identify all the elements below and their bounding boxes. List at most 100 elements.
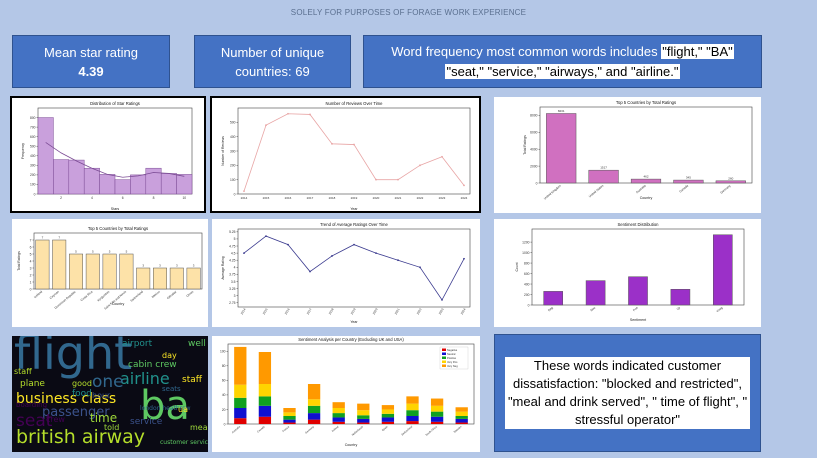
x-axis-label: Sentiment [630, 318, 646, 322]
data-point [419, 266, 421, 269]
y-tick-label: 4.5 [231, 251, 236, 255]
x-tick-label: 8 [153, 196, 155, 200]
x-tick-label: Germany [304, 424, 315, 434]
bar [628, 276, 648, 306]
stacked-bar-segment [258, 384, 272, 397]
data-point [441, 299, 443, 301]
y-tick-label: 300 [230, 149, 236, 153]
data-point [243, 252, 245, 255]
stacked-bar-segment [283, 408, 296, 413]
stacked-bar-segment [234, 418, 247, 424]
stacked-bar-segment [357, 403, 370, 411]
bar-value-label: 5 [92, 250, 94, 254]
word-cloud-word: good [72, 379, 92, 388]
bar [715, 180, 746, 184]
bar-value-label: 3 [159, 264, 161, 268]
series-line [243, 235, 465, 301]
x-tick-label: United States [588, 183, 605, 198]
y-tick-label: 200 [524, 293, 530, 297]
x-tick-label: 2019 [350, 307, 357, 315]
chart-title: Top 5 Countries by Total Ratings [88, 226, 148, 231]
y-tick-label: 5.25 [229, 230, 236, 234]
y-tick-label: 60 [222, 379, 226, 383]
x-tick-label: Spain [381, 424, 389, 432]
x-tick-label: Vneg [715, 305, 723, 313]
bar [713, 234, 733, 306]
bar [630, 178, 662, 184]
y-tick-label: 6000 [530, 131, 538, 135]
stacked-bar-segment [381, 413, 395, 418]
data-point [287, 112, 289, 115]
word-frequency-text: Word frequency most common words include… [391, 43, 662, 59]
y-tick-label: 400 [524, 282, 530, 286]
data-point [265, 235, 267, 237]
stacked-bar-segment [332, 413, 345, 418]
stacked-bar-segment [234, 346, 247, 385]
x-tick-label: 2015 [263, 196, 270, 200]
y-tick-label: 500 [230, 121, 236, 125]
chart-title: Number of Reviews Over Time [325, 101, 383, 106]
chart-title: Top 5 Countries by Total Ratings [616, 100, 676, 105]
stacked-bar-segment [307, 405, 321, 414]
word-frequency-line1: Word frequency most common words include… [391, 42, 734, 62]
bar [546, 113, 577, 184]
y-axis-label: Count [515, 262, 519, 271]
x-tick-label: Canada [678, 183, 689, 193]
y-tick-label: 100 [30, 183, 36, 187]
y-tick-label: 800 [524, 261, 530, 265]
x-tick-label: Vp [676, 305, 682, 311]
y-tick-label: 200 [230, 164, 236, 168]
x-tick-label: France [281, 424, 290, 433]
series-line [243, 113, 465, 192]
y-tick-label: 600 [30, 135, 36, 139]
y-tick-label: 1 [30, 280, 32, 284]
y-tick-label: 600 [524, 272, 530, 276]
word-cloud-word: boarding [16, 401, 48, 409]
x-tick-label: Pos [632, 305, 639, 312]
bar-value-label: 7 [42, 236, 44, 240]
bar [670, 289, 691, 306]
legend-label: Very Pos [447, 360, 458, 364]
stacked-bar-segment [455, 418, 468, 423]
unique-countries-card: Number of unique countries: 69 [194, 35, 351, 88]
bar [186, 267, 201, 290]
bar-value-label: 5 [126, 250, 128, 254]
y-tick-label: 3.5 [231, 280, 236, 284]
word-frequency-line2: "seat," "service," "airways," and "airli… [445, 62, 680, 82]
data-point [419, 164, 421, 167]
word-cloud-word: one [92, 372, 124, 392]
x-tick-label: Costa Rica [80, 289, 94, 302]
y-tick-label: 4.25 [229, 259, 236, 263]
word-cloud-word: service [130, 417, 163, 427]
legend-label: Negative [447, 348, 458, 352]
legend-label: Very Neg [447, 364, 458, 368]
y-tick-label: 5 [234, 237, 236, 241]
y-axis-label: Number of Reviews [221, 136, 225, 166]
data-point [397, 259, 399, 262]
x-tick-label: Netherlands [351, 424, 365, 437]
bar-value-label: 5 [109, 250, 111, 254]
x-tick-label: 2019 [351, 196, 358, 200]
y-axis-label: Frequency [21, 143, 25, 159]
stacked-bar-segment [455, 416, 468, 419]
stacked-bar-segment [234, 408, 247, 419]
stacked-bar-segment [258, 396, 272, 406]
x-tick-label: Switzerland [400, 424, 413, 436]
stacked-bar-segment [381, 409, 395, 414]
data-point [309, 113, 311, 116]
bar [114, 179, 131, 195]
y-tick-label: 0 [528, 303, 530, 307]
bar [53, 159, 70, 195]
mean-rating-label: Mean star rating [44, 44, 138, 60]
word-cloud-word: told [104, 423, 120, 432]
y-tick-label: 20 [222, 408, 226, 412]
y-tick-label: 4 [30, 259, 32, 263]
data-point [243, 190, 245, 193]
stacked-bar-segment [455, 407, 468, 412]
y-tick-label: 1000 [522, 251, 530, 255]
word-cloud-word: day [162, 351, 177, 360]
y-tick-label: 4.75 [229, 244, 236, 248]
bar-value-label: 8231 [558, 109, 565, 113]
word-cloud-word: plane [20, 379, 45, 389]
chart-average-rating-trend: Trend of Average Ratings Over Time Year Av… [212, 219, 480, 327]
